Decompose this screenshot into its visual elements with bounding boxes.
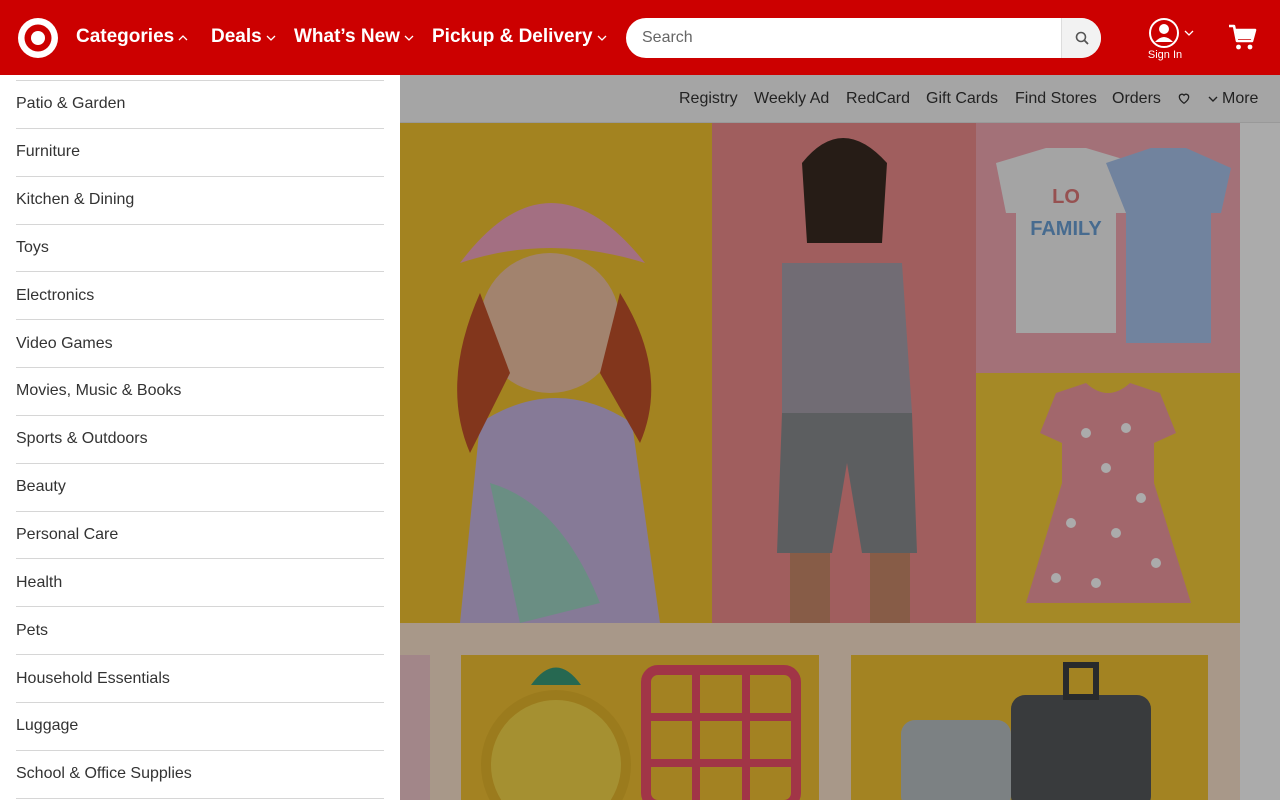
- nav-whats-new[interactable]: What’s New: [294, 26, 414, 48]
- category-item-patio-garden[interactable]: Patio & Garden: [16, 81, 384, 129]
- category-item-pets[interactable]: Pets: [16, 607, 384, 656]
- category-item-household-essentials[interactable]: Household Essentials: [16, 655, 384, 703]
- category-item-kitchen-dining[interactable]: Kitchen & Dining: [16, 177, 384, 225]
- nav-pickup-delivery[interactable]: Pickup & Delivery: [432, 26, 607, 48]
- nav-categories-label: Categories: [76, 26, 175, 47]
- category-item-health[interactable]: Health: [16, 559, 384, 608]
- category-list: Patio & Garden Furniture Kitchen & Dinin…: [16, 81, 384, 799]
- category-item-movies-music-books[interactable]: Movies, Music & Books: [16, 368, 384, 416]
- category-item-beauty[interactable]: Beauty: [16, 464, 384, 512]
- categories-menu: Patio & Garden Furniture Kitchen & Dinin…: [0, 75, 400, 800]
- search-bar: [626, 18, 1101, 58]
- category-item-luggage[interactable]: Luggage: [16, 703, 384, 751]
- search-input[interactable]: [626, 18, 1061, 58]
- category-item-electronics[interactable]: Electronics: [16, 272, 384, 321]
- nav-deals-label: Deals: [211, 26, 262, 47]
- site-header: Categories Deals What’s New Pickup & Del…: [0, 0, 1280, 75]
- search-icon: [1075, 31, 1089, 45]
- cart-icon[interactable]: [1227, 22, 1257, 52]
- sign-in-button[interactable]: Sign In: [1140, 18, 1200, 64]
- nav-deals[interactable]: Deals: [211, 26, 276, 48]
- search-button[interactable]: [1061, 18, 1101, 58]
- sign-in-label: Sign In: [1147, 49, 1183, 61]
- nav-pickup-delivery-label: Pickup & Delivery: [432, 26, 593, 47]
- category-item-school-office-supplies[interactable]: School & Office Supplies: [16, 751, 384, 799]
- chevron-up-icon: [178, 35, 188, 41]
- nav-whats-new-label: What’s New: [294, 26, 400, 47]
- account-icon: [1149, 18, 1179, 48]
- nav-categories[interactable]: Categories: [76, 26, 188, 48]
- category-item-sports-outdoors[interactable]: Sports & Outdoors: [16, 416, 384, 464]
- chevron-down-icon: [1184, 30, 1194, 36]
- category-item-video-games[interactable]: Video Games: [16, 320, 384, 369]
- category-item-toys[interactable]: Toys: [16, 225, 384, 273]
- chevron-down-icon: [597, 35, 606, 41]
- category-item-furniture[interactable]: Furniture: [16, 129, 384, 177]
- bullseye-logo-icon[interactable]: [18, 18, 58, 58]
- chevron-down-icon: [266, 35, 276, 41]
- chevron-down-icon: [404, 35, 414, 41]
- category-item-personal-care[interactable]: Personal Care: [16, 512, 384, 560]
